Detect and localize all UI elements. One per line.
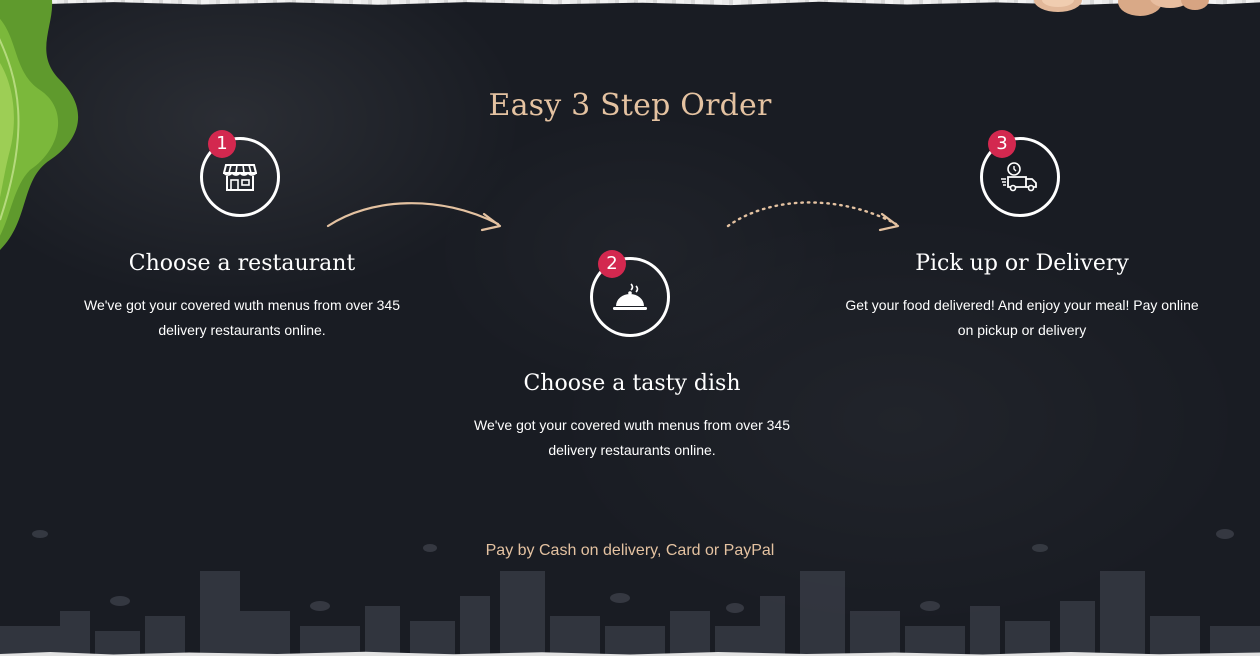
step-3-number-badge: 3 [988, 130, 1016, 158]
step-1-description-line2: delivery restaurants online. [158, 322, 326, 338]
step-1-title: Choose a restaurant [128, 251, 356, 276]
city-skyline-decoration [0, 529, 1260, 656]
step-1-description: We've got your covered wuth menus from o… [62, 293, 422, 343]
step-2-title: Choose a tasty dish [523, 371, 741, 396]
step-3-description-line2: on pickup or delivery [957, 322, 1087, 338]
step-3-description: Get your food delivered! And enjoy your … [842, 293, 1202, 343]
step-3-description-line1: Get your food delivered! And enjoy your … [845, 297, 1199, 313]
store-icon [223, 164, 257, 191]
step-1-description-line1: We've got your covered wuth menus from o… [83, 297, 400, 313]
step-2-description: We've got your covered wuth menus from o… [452, 413, 812, 463]
delivery-truck-icon [1001, 162, 1037, 192]
almond-decoration [1034, 0, 1209, 16]
curved-arrow-1 [326, 202, 502, 232]
dotted-arrow-2 [726, 201, 900, 232]
step-2-number-badge: 2 [598, 250, 626, 278]
payment-methods-note: Pay by Cash on delivery, Card or PayPal [485, 542, 775, 559]
step-1-number-badge: 1 [208, 130, 236, 158]
step-2-description-line1: We've got your covered wuth menus from o… [473, 417, 790, 433]
section-title: Easy 3 Step Order [488, 88, 772, 123]
lettuce-leaf-decoration [0, 0, 78, 250]
step-2-description-line2: delivery restaurants online. [548, 442, 716, 458]
step-3-title: Pick up or Delivery [915, 251, 1129, 276]
cloche-icon [613, 283, 647, 310]
